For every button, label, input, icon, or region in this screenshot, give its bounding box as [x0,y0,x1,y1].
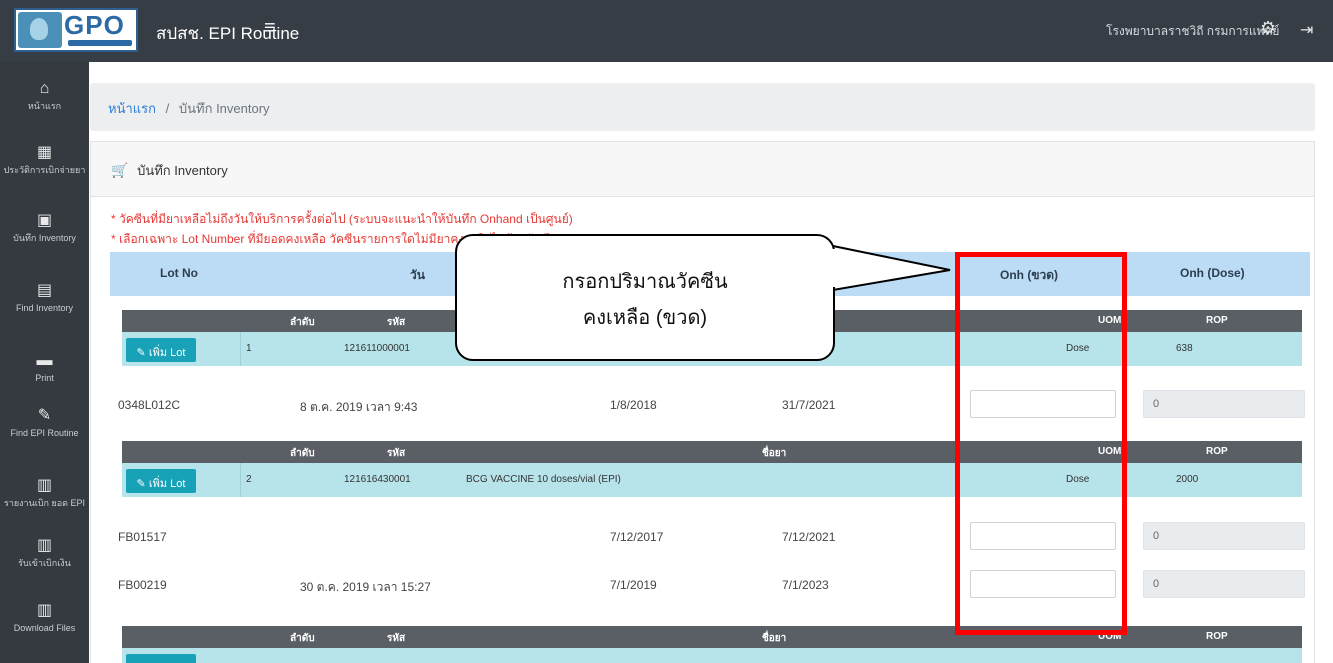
gear-icon[interactable]: ⚙ [1260,18,1276,39]
th-lot-no: Lot No [160,266,198,280]
group-header-seq: ลำดับ [290,633,315,644]
sidebar-item-find-epi[interactable]: ✎ Find EPI Routine [0,407,89,438]
gpo-logo[interactable]: GPO [14,8,138,52]
add-lot-button[interactable]: ✎ เพิ่ม Lot [126,338,196,362]
group-header-rop: ROP [1206,631,1228,642]
group-header-rop: ROP [1206,446,1228,457]
breadcrumb-current: บันทึก Inventory [178,101,270,116]
sidebar-item-report[interactable]: ▥ รายงานเบิก ยอด EPI [0,477,89,508]
product-code: 121616430001 [344,474,411,485]
group-header-name: ชื่อยา [762,448,787,459]
group-header-name: ชื่อยา [762,633,787,644]
home-icon: ⌂ [39,80,50,97]
lot-exp-date: 31/7/2021 [782,398,836,412]
column-divider [240,332,241,366]
product-rop: 2000 [1176,474,1199,485]
product-row [122,648,1302,663]
sidebar-item-inventory[interactable]: ▣ บันทึก Inventory [0,212,89,243]
report2-icon: ▥ [36,537,53,554]
onh-dose-field: 0 [1143,570,1305,598]
highlight-box [955,252,1127,635]
gpo-emblem-icon [18,12,62,48]
product-seq: 1 [246,343,252,354]
lot-exp-date: 7/12/2021 [782,530,836,544]
app-window: GPO สปสช. EPI Routine ≡ โรงพยาบาลราชวิถี… [0,0,1333,663]
card-title: บันทึก Inventory [137,163,228,178]
lot-received: 8 ต.ค. 2019 เวลา 9:43 [300,400,418,414]
logo-text: GPO [64,10,125,40]
sidebar-item-history[interactable]: ▦ ประวัติการเบิกจ่ายยา [0,144,89,175]
group-header-code: รหัส [387,317,406,328]
app-title[interactable]: สปสช. EPI Routine [156,20,299,47]
onh-dose-field: 0 [1143,390,1305,418]
sidebar-item-label: ประวัติการเบิกจ่ายยา [3,165,86,175]
group-header-seq: ลำดับ [290,317,315,328]
find-epi-icon: ✎ [37,407,52,424]
group-header-rop: ROP [1206,315,1228,326]
th-date: วัน [410,268,425,282]
callout-text: กรอกปริมาณวัคซีน คงเหลือ (ขวด) [455,264,835,336]
sidebar-item-label: Download Files [13,623,76,633]
cart-icon: 🛒 [111,162,129,178]
sidebar: ⌂ หน้าแรก ▦ ประวัติการเบิกจ่ายยา ▣ บันทึ… [0,62,89,663]
group-header-code: รหัส [387,633,406,644]
find-inventory-icon: ▤ [36,282,53,299]
onh-dose-field: 0 [1143,522,1305,550]
add-lot-button[interactable] [126,654,196,663]
print-icon: ▬ [36,352,53,369]
sidebar-item-print[interactable]: ▬ Print [0,352,89,383]
product-seq: 2 [246,474,252,485]
breadcrumb: หน้าแรก / บันทึก Inventory [90,83,1315,131]
sidebar-item-label: Find Inventory [15,303,74,313]
lot-row: FB01517 7/12/2017 7/12/2021 0 [110,516,1310,558]
lot-mfg-date: 7/1/2019 [610,578,657,592]
lot-exp-date: 7/1/2023 [782,578,829,592]
breadcrumb-separator: / [165,101,170,116]
group-header-seq: ลำดับ [290,448,315,459]
lot-mfg-date: 7/12/2017 [610,530,664,544]
column-divider [240,463,241,497]
lot-row: 0348L012C 8 ต.ค. 2019 เวลา 9:43 1/8/2018… [110,384,1310,426]
logo-subtitle-bar [68,40,132,46]
lot-number: FB01517 [118,530,167,544]
lot-received: 30 ต.ค. 2019 เวลา 15:27 [300,580,431,594]
th-onh-dose: Onh (Dose) [1180,266,1245,280]
inventory-icon: ▣ [36,212,53,229]
download-icon: ▥ [36,602,53,619]
top-navbar: GPO สปสช. EPI Routine ≡ โรงพยาบาลราชวิถี… [0,0,1333,62]
sidebar-item-label: รับเข้าเบิกเงิน [18,558,71,568]
logout-icon[interactable]: ⇥ [1300,20,1313,40]
sidebar-item-download[interactable]: ▥ Download Files [0,602,89,633]
hospital-name: โรงพยาบาลราชวิถี กรมการแพทย์ [1106,24,1280,38]
sidebar-item-find-inventory[interactable]: ▤ Find Inventory [0,282,89,313]
note-line-1: * วัคซีนที่มียาเหลือไม่ถึงวันให้บริการคร… [111,212,573,226]
sidebar-item-label: Print [35,373,54,383]
sidebar-item-receive[interactable]: ▥ รับเข้าเบิกเงิน [0,537,89,568]
callout-line-1: กรอกปริมาณวัคซีน [562,271,728,293]
card-header: 🛒 บันทึก Inventory [91,142,1314,197]
menu-toggle-icon[interactable]: ≡ [264,17,276,40]
lot-number: FB00219 [118,578,167,592]
product-name: BCG VACCINE 10 doses/vial (EPI) [466,474,621,485]
lot-mfg-date: 1/8/2018 [610,398,657,412]
sidebar-item-label: รายงานเบิก ยอด EPI [3,498,86,508]
service-icon: ▦ [36,144,53,161]
lot-row: FB00219 30 ต.ค. 2019 เวลา 15:27 7/1/2019… [110,564,1310,606]
add-lot-button[interactable]: ✎ เพิ่ม Lot [126,469,196,493]
sidebar-item-label: บันทึก Inventory [13,233,76,243]
sidebar-item-home[interactable]: ⌂ หน้าแรก [0,80,89,111]
group-header-code: รหัส [387,448,406,459]
breadcrumb-home-link[interactable]: หน้าแรก [108,101,156,116]
product-code: 121611000001 [344,343,410,354]
report-icon: ▥ [36,477,53,494]
callout-line-2: คงเหลือ (ขวด) [582,307,708,329]
sidebar-item-label: Find EPI Routine [10,428,79,438]
product-rop: 638 [1176,343,1193,354]
lot-number: 0348L012C [118,398,181,412]
sidebar-item-label: หน้าแรก [27,101,62,111]
